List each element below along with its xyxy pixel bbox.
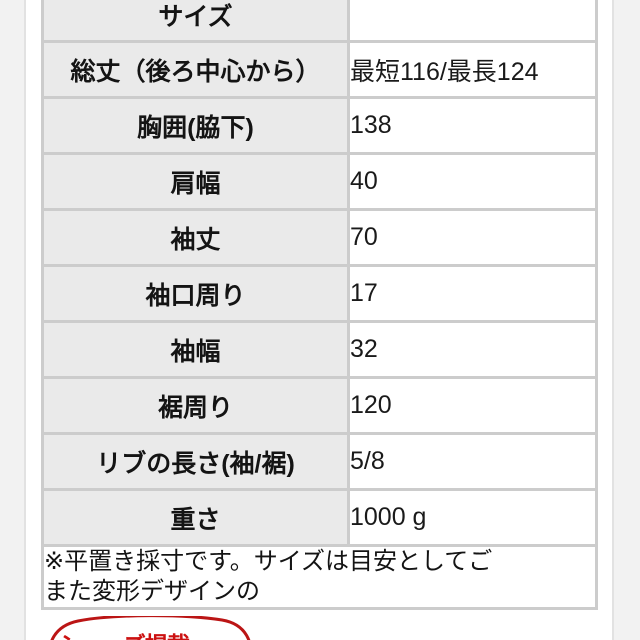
- row-label-text: サイズ: [158, 3, 233, 31]
- table-row-label: 肩幅: [41, 155, 350, 211]
- table-row-label: 袖幅: [41, 323, 350, 379]
- row-label-text: 袖丈: [170, 225, 221, 254]
- row-value-text: 40: [350, 167, 378, 195]
- table-row-value: 5/8: [350, 435, 598, 491]
- table-note-row: ※平置き採寸です。サイズは目安としてご また変形デザインの: [41, 547, 598, 610]
- table-row-value: [350, 0, 598, 43]
- table-row-value: 40: [350, 155, 598, 211]
- table-row: 袖口周り 17: [41, 267, 598, 323]
- page-gutter-right: [614, 0, 640, 640]
- row-label-text: 総丈（後ろ中心から）: [70, 57, 321, 86]
- table-row-value: 138: [350, 99, 598, 155]
- row-value-text: 5/8: [350, 447, 385, 475]
- row-label-text: リブの長さ(袖/裾): [96, 449, 295, 478]
- table-row-value: 1000 g: [350, 491, 598, 547]
- row-value-text: 最短116/最長124: [350, 57, 539, 86]
- table-row-label: 裾周り: [41, 379, 350, 435]
- row-value-text: 17: [350, 279, 378, 307]
- table-row: リブの長さ(袖/裾) 5/8: [41, 435, 598, 491]
- row-label-text: 胸囲(脇下): [137, 113, 254, 142]
- table-row: 総丈（後ろ中心から） 最短116/最長124: [41, 43, 598, 99]
- table-row-label: 袖丈: [41, 211, 350, 267]
- table-row: サイズ: [41, 0, 598, 43]
- table-row: 袖丈 70: [41, 211, 598, 267]
- table-row-label: 胸囲(脇下): [41, 99, 350, 155]
- table-row-value: 70: [350, 211, 598, 267]
- table-row-label: 重さ: [41, 491, 350, 547]
- table-row-value: 120: [350, 379, 598, 435]
- table-row-value: 最短116/最長124: [350, 43, 598, 99]
- row-value-text: 1000 g: [350, 503, 427, 531]
- row-label-text: 重さ: [170, 505, 221, 534]
- table-row: 裾周り 120: [41, 379, 598, 435]
- table-row: 肩幅 40: [41, 155, 598, 211]
- table-row: 胸囲(脇下) 138: [41, 99, 598, 155]
- size-note-text: ※平置き採寸です。サイズは目安としてご また変形デザインの: [41, 547, 598, 610]
- row-label-text: 肩幅: [170, 169, 221, 198]
- row-label-text: 袖口周り: [145, 281, 246, 310]
- row-value-text: 138: [350, 111, 392, 139]
- table-row: 袖幅 32: [41, 323, 598, 379]
- row-value-text: 70: [350, 223, 378, 251]
- table-row: 重さ 1000 g: [41, 491, 598, 547]
- page-gutter-left: [0, 0, 24, 640]
- screenshot-viewport: サイズ 総丈（後ろ中心から） 最短116/最長124 胸囲(脇下) 138 肩幅…: [0, 0, 640, 640]
- table-row-label: 総丈（後ろ中心から）: [41, 43, 350, 99]
- row-value-text: 120: [350, 391, 392, 419]
- table-row-value: 17: [350, 267, 598, 323]
- row-label-text: 裾周り: [157, 393, 233, 422]
- row-label-text: 袖幅: [170, 337, 221, 366]
- table-row-label: サイズ: [41, 0, 350, 43]
- table-row-label: リブの長さ(袖/裾): [41, 435, 350, 491]
- table-row-value: 32: [350, 323, 598, 379]
- size-specification-table: サイズ 総丈（後ろ中心から） 最短116/最長124 胸囲(脇下) 138 肩幅…: [41, 0, 598, 610]
- table-row-label: 袖口周り: [41, 267, 350, 323]
- row-value-text: 32: [350, 335, 378, 363]
